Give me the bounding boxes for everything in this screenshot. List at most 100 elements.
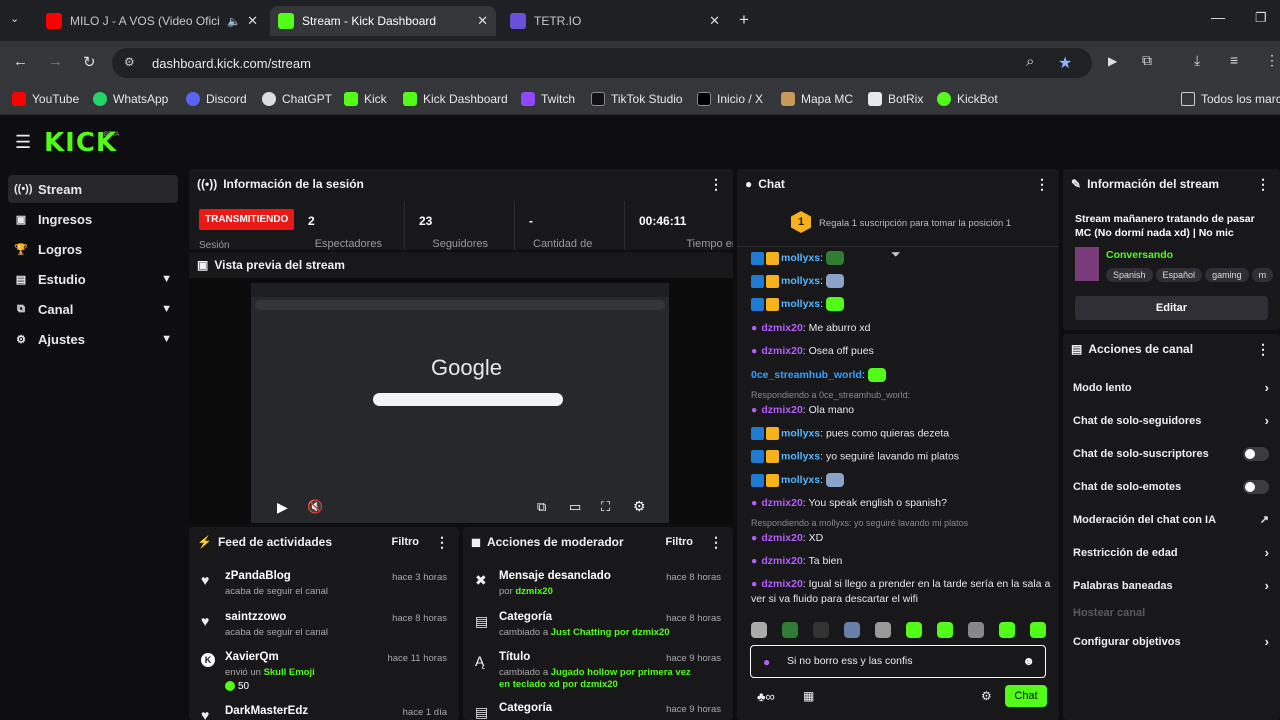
emote-icon[interactable]	[906, 622, 922, 638]
emote-icon[interactable]	[782, 622, 798, 638]
bookmark-folder-all[interactable]: Todos los marc	[1181, 92, 1280, 106]
chat-username[interactable]: mollyxs	[781, 427, 820, 439]
chat-username[interactable]: mollyxs	[781, 252, 820, 264]
close-tab-icon[interactable]: ✕	[709, 13, 720, 29]
media-play-icon[interactable]: ▶	[1108, 54, 1117, 68]
bookmark-star-icon[interactable]: ★	[1058, 53, 1072, 73]
bookmark-tiktok[interactable]: TikTok Studio	[591, 92, 683, 106]
chat-username[interactable]: mollyxs	[781, 474, 820, 486]
theater-icon[interactable]: ▭	[569, 499, 581, 515]
bookmark-kickbot[interactable]: KickBot	[937, 92, 998, 106]
reply-indicator[interactable]: Respondiendo a mollyxs: yo seguiré lavan…	[751, 518, 968, 528]
stream-video[interactable]: Google ▶ 🔇 ⧉ ▭ ⛶ ⚙	[251, 283, 669, 523]
chat-username[interactable]: dzmix20	[761, 345, 802, 357]
slow-mode-row[interactable]: Modo lento ›	[1063, 371, 1279, 404]
chat-message[interactable]: ● dzmix20: Igual si llego a prender en la…	[751, 578, 1050, 590]
minimize-icon[interactable]: —	[1211, 9, 1225, 25]
mute-icon[interactable]: 🔇	[307, 499, 323, 515]
chat-message[interactable]: ● dzmix20: XD	[751, 532, 823, 544]
more-options-icon[interactable]: ⋮	[1256, 176, 1270, 193]
banned-words-row[interactable]: Palabras baneadas ›	[1063, 569, 1279, 602]
more-options-icon[interactable]: ⋮	[435, 534, 449, 551]
list-item[interactable]: ✖ Mensaje desanclado por dzmix20 hace 8 hor…	[463, 570, 733, 610]
tab-kick-dashboard[interactable]: Stream - Kick Dashboard ✕	[270, 6, 496, 36]
list-item[interactable]: K XavierQm envió un Skull Emoji 50 hace 11 h…	[189, 651, 459, 699]
emote-icon[interactable]	[1030, 622, 1046, 638]
sidebar-item-canal[interactable]: ⧉ Canal ▼	[8, 295, 178, 323]
chat-username[interactable]: dzmix20	[761, 404, 802, 416]
emote-icon[interactable]	[844, 622, 860, 638]
emoji-icon[interactable]: ☻	[1022, 654, 1035, 668]
chat-message[interactable]: ● dzmix20: Osea off pues	[751, 345, 874, 357]
close-tab-icon[interactable]: ✕	[247, 13, 258, 29]
sidebar-item-ingresos[interactable]: ▣ Ingresos	[8, 205, 178, 233]
age-restriction-row[interactable]: Restricción de edad ›	[1063, 536, 1279, 569]
site-info-icon[interactable]: ⚙	[124, 55, 135, 69]
followers-only-row[interactable]: Chat de solo-seguidores ›	[1063, 404, 1279, 437]
hamburger-menu-icon[interactable]: ☰	[15, 132, 31, 153]
chat-message[interactable]: mollyxs:	[751, 274, 844, 288]
subscribers-only-toggle[interactable]	[1243, 446, 1269, 461]
media-control-icon[interactable]: ≡	[1230, 52, 1238, 68]
goals-row[interactable]: Configurar objetivos ›	[1063, 625, 1279, 658]
quick-emote-icon[interactable]: ♣∞	[757, 689, 775, 704]
pip-icon[interactable]: ⧉	[537, 499, 546, 515]
gift-icon[interactable]: ▦	[803, 689, 814, 703]
sidebar-item-stream[interactable]: ((•)) Stream	[8, 175, 178, 203]
chat-message[interactable]: ● dzmix20: You speak english o spanish?	[751, 497, 947, 509]
chat-username[interactable]: dzmix20	[761, 532, 802, 544]
gear-icon[interactable]: ⚙	[981, 689, 992, 703]
chat-username[interactable]: dzmix20	[761, 497, 802, 509]
tab-search-icon[interactable]: ⌄	[10, 12, 19, 25]
sidebar-item-logros[interactable]: 🏆 Logros	[8, 235, 178, 263]
more-options-icon[interactable]: ⋮	[1256, 341, 1270, 358]
bookmark-twitch[interactable]: Twitch	[521, 92, 575, 106]
emote-icon[interactable]	[937, 622, 953, 638]
bookmark-x[interactable]: Inicio / X	[697, 92, 763, 106]
url-text[interactable]: dashboard.kick.com/stream	[152, 56, 311, 71]
chat-input-text[interactable]: Si no borro ess y las confis	[787, 655, 912, 667]
chat-message[interactable]: ● dzmix20: Ola mano	[751, 404, 854, 416]
filter-button[interactable]: Filtro	[392, 536, 420, 548]
list-item[interactable]: ♥ DarkMasterEdz hace 1 día	[189, 705, 459, 720]
menu-icon[interactable]: ⋮	[1265, 52, 1279, 69]
bookmark-kick-dashboard[interactable]: Kick Dashboard	[403, 92, 508, 106]
tab-tetrio[interactable]: TETR.IO ✕	[502, 6, 728, 36]
bookmark-discord[interactable]: Discord	[186, 92, 247, 106]
chat-message[interactable]: mollyxs:	[751, 473, 844, 487]
reload-icon[interactable]: ↻	[83, 53, 96, 71]
reply-indicator[interactable]: Respondiendo a 0ce_streamhub_world:	[751, 390, 910, 400]
sidebar-item-ajustes[interactable]: ⚙ Ajustes ▼	[8, 325, 178, 353]
bookmark-kick[interactable]: Kick	[344, 92, 387, 106]
list-item[interactable]: ▤ Categoría hace 9 horas	[463, 702, 733, 720]
chat-message[interactable]: 0ce_streamhub_world:	[751, 368, 886, 382]
restore-icon[interactable]: ❐	[1255, 10, 1267, 26]
play-icon[interactable]: ▶	[277, 499, 288, 516]
address-bar[interactable]: ⚙ dashboard.kick.com/stream ⌕ ★	[112, 48, 1092, 78]
chat-message[interactable]: ● dzmix20: Me aburro xd	[751, 322, 871, 334]
close-tab-icon[interactable]: ✕	[477, 13, 488, 29]
send-chat-button[interactable]: Chat	[1005, 685, 1047, 707]
fullscreen-icon[interactable]: ⛶	[601, 499, 610, 515]
speaker-icon[interactable]: 🔈	[227, 15, 241, 28]
bookmark-chatgpt[interactable]: ChatGPT	[262, 92, 332, 106]
list-item[interactable]: ♥ zPandaBlog acaba de seguir el canal hace …	[189, 570, 459, 610]
more-options-icon[interactable]: ⋮	[709, 176, 723, 193]
emote-icon[interactable]	[968, 622, 984, 638]
chat-username[interactable]: dzmix20	[761, 322, 802, 334]
tab-youtube[interactable]: MILO J - A VOS (Video Ofici 🔈 ✕	[38, 6, 266, 36]
chat-username[interactable]: dzmix20	[761, 555, 802, 567]
new-tab-icon[interactable]: +	[739, 10, 749, 30]
chat-username[interactable]: dzmix20	[761, 578, 802, 590]
chat-username[interactable]: mollyxs	[781, 450, 820, 462]
list-item[interactable]: ▤ Categoría cambiado a Just Chatting por d…	[463, 611, 733, 651]
more-options-icon[interactable]: ⋮	[1035, 176, 1049, 193]
zoom-search-icon[interactable]: ⌕	[1026, 53, 1034, 70]
emote-icon[interactable]	[999, 622, 1015, 638]
edit-button[interactable]: Editar	[1075, 296, 1268, 320]
sidebar-item-estudio[interactable]: ▤ Estudio ▼	[8, 265, 178, 293]
emotes-only-toggle[interactable]	[1243, 479, 1269, 494]
emote-icon[interactable]	[813, 622, 829, 638]
gear-icon[interactable]: ⚙	[633, 498, 646, 515]
bookmark-whatsapp[interactable]: WhatsApp	[93, 92, 168, 106]
